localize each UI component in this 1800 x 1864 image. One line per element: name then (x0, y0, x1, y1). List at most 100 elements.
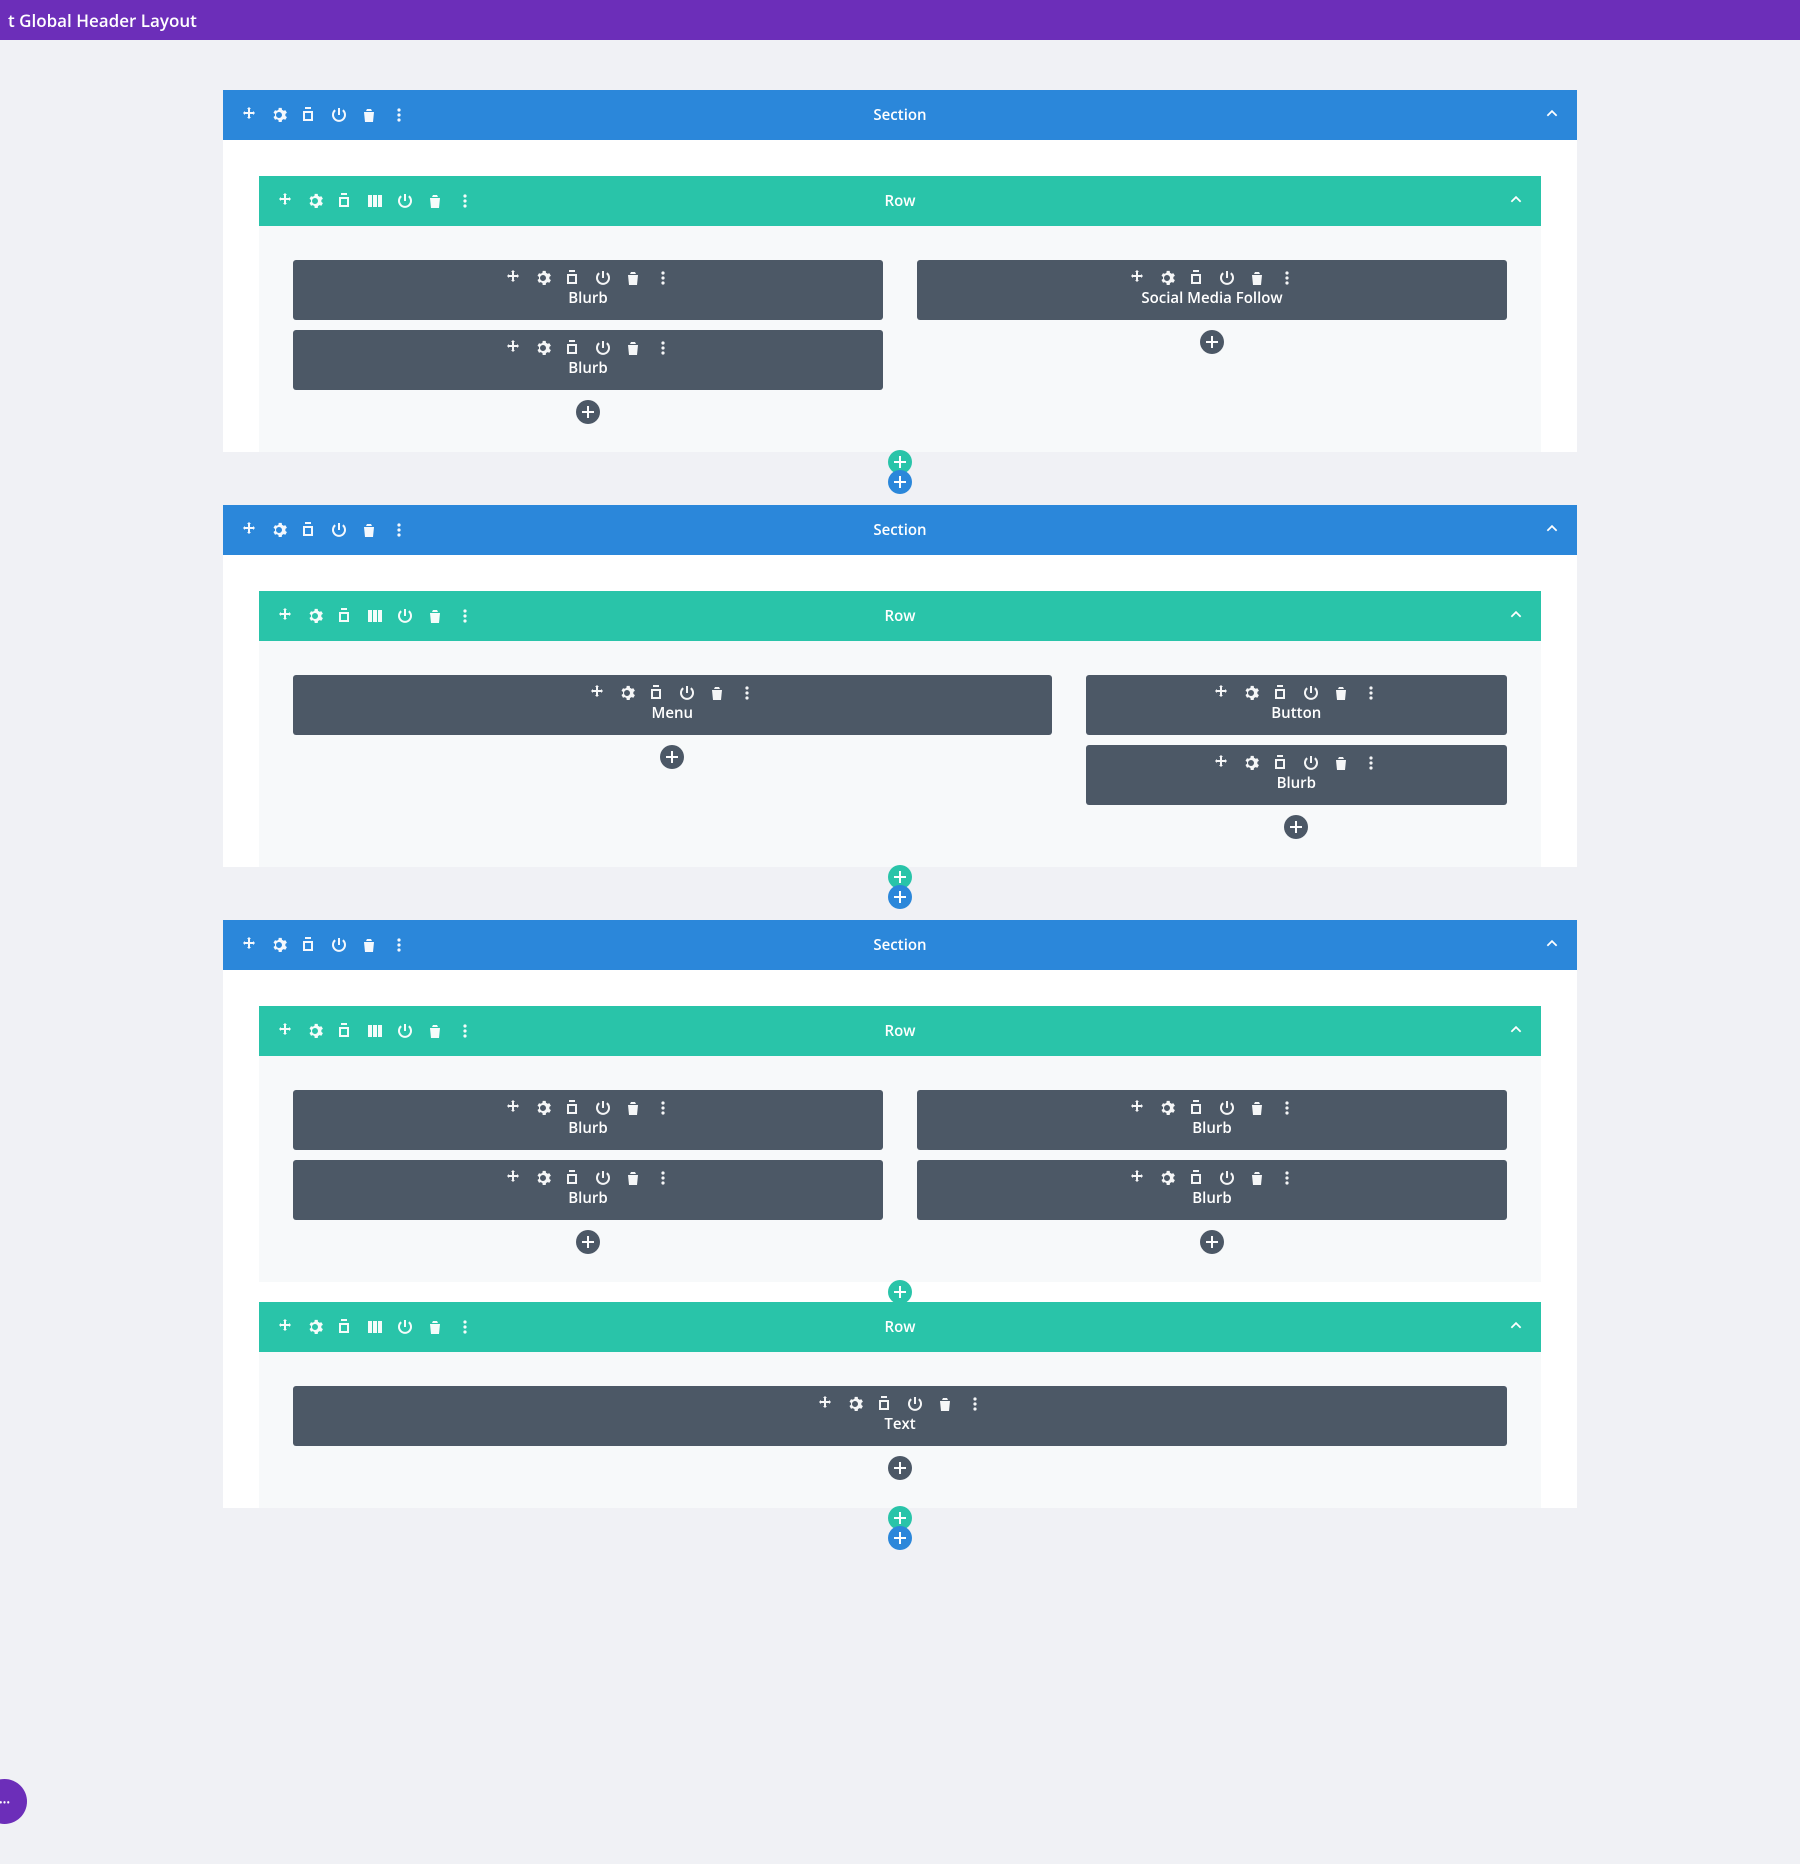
trash-icon[interactable] (1249, 1100, 1265, 1116)
duplicate-icon[interactable] (337, 1319, 353, 1335)
more-icon[interactable] (457, 1319, 473, 1335)
move-icon[interactable] (589, 685, 605, 701)
gear-icon[interactable] (271, 937, 287, 953)
collapse-icon[interactable] (1509, 192, 1523, 211)
trash-icon[interactable] (361, 107, 377, 123)
move-icon[interactable] (1129, 1100, 1145, 1116)
gear-icon[interactable] (535, 1170, 551, 1186)
save-icon[interactable] (1219, 270, 1235, 286)
add-module-button[interactable] (576, 400, 600, 424)
collapse-icon[interactable] (1509, 607, 1523, 626)
add-module-button[interactable] (1284, 815, 1308, 839)
duplicate-icon[interactable] (565, 340, 581, 356)
trash-icon[interactable] (1333, 685, 1349, 701)
save-icon[interactable] (1219, 1170, 1235, 1186)
row-header[interactable]: Row (259, 1006, 1541, 1056)
trash-icon[interactable] (361, 522, 377, 538)
move-icon[interactable] (505, 340, 521, 356)
module[interactable]: Blurb (293, 260, 883, 320)
save-icon[interactable] (1303, 685, 1319, 701)
duplicate-icon[interactable] (1273, 755, 1289, 771)
more-icon[interactable] (1363, 755, 1379, 771)
duplicate-icon[interactable] (1273, 685, 1289, 701)
gear-icon[interactable] (535, 270, 551, 286)
save-icon[interactable] (397, 1023, 413, 1039)
trash-icon[interactable] (625, 1170, 641, 1186)
gear-icon[interactable] (1243, 755, 1259, 771)
module[interactable]: Blurb (917, 1090, 1507, 1150)
save-icon[interactable] (331, 522, 347, 538)
trash-icon[interactable] (1249, 1170, 1265, 1186)
more-icon[interactable] (655, 270, 671, 286)
more-icon[interactable] (1279, 1170, 1295, 1186)
gear-icon[interactable] (1159, 1170, 1175, 1186)
add-module-button[interactable] (1200, 1230, 1224, 1254)
trash-icon[interactable] (937, 1396, 953, 1412)
gear-icon[interactable] (1159, 270, 1175, 286)
more-icon[interactable] (1363, 685, 1379, 701)
collapse-icon[interactable] (1545, 521, 1559, 540)
move-icon[interactable] (277, 608, 293, 624)
add-section-button[interactable] (888, 885, 912, 909)
row-header[interactable]: Row (259, 1302, 1541, 1352)
add-module-button[interactable] (888, 1456, 912, 1480)
gear-icon[interactable] (271, 522, 287, 538)
save-icon[interactable] (595, 340, 611, 356)
move-icon[interactable] (505, 1170, 521, 1186)
columns-icon[interactable] (367, 1023, 383, 1039)
more-icon[interactable] (1279, 1100, 1295, 1116)
trash-icon[interactable] (427, 608, 443, 624)
save-icon[interactable] (595, 1170, 611, 1186)
module[interactable]: Menu (293, 675, 1052, 735)
duplicate-icon[interactable] (337, 193, 353, 209)
more-icon[interactable] (655, 1100, 671, 1116)
module[interactable]: Button (1086, 675, 1507, 735)
trash-icon[interactable] (709, 685, 725, 701)
trash-icon[interactable] (625, 340, 641, 356)
trash-icon[interactable] (427, 1023, 443, 1039)
module[interactable]: Blurb (293, 1090, 883, 1150)
more-icon[interactable] (739, 685, 755, 701)
move-icon[interactable] (1213, 755, 1229, 771)
row-header[interactable]: Row (259, 176, 1541, 226)
trash-icon[interactable] (625, 1100, 641, 1116)
save-icon[interactable] (331, 107, 347, 123)
collapse-icon[interactable] (1545, 936, 1559, 955)
duplicate-icon[interactable] (1189, 1170, 1205, 1186)
collapse-icon[interactable] (1545, 106, 1559, 125)
gear-icon[interactable] (1159, 1100, 1175, 1116)
move-icon[interactable] (277, 1023, 293, 1039)
more-icon[interactable] (457, 193, 473, 209)
more-icon[interactable] (967, 1396, 983, 1412)
move-icon[interactable] (277, 193, 293, 209)
save-icon[interactable] (1303, 755, 1319, 771)
section-header[interactable]: Section (223, 920, 1577, 970)
save-icon[interactable] (907, 1396, 923, 1412)
module[interactable]: Text (293, 1386, 1507, 1446)
duplicate-icon[interactable] (337, 608, 353, 624)
more-icon[interactable] (655, 1170, 671, 1186)
gear-icon[interactable] (307, 608, 323, 624)
columns-icon[interactable] (367, 193, 383, 209)
duplicate-icon[interactable] (565, 270, 581, 286)
save-icon[interactable] (331, 937, 347, 953)
add-module-button[interactable] (576, 1230, 600, 1254)
add-row-button[interactable] (888, 1280, 912, 1304)
more-icon[interactable] (457, 1023, 473, 1039)
collapse-icon[interactable] (1509, 1318, 1523, 1337)
duplicate-icon[interactable] (565, 1170, 581, 1186)
gear-icon[interactable] (307, 193, 323, 209)
save-icon[interactable] (595, 270, 611, 286)
more-icon[interactable] (391, 107, 407, 123)
module[interactable]: Blurb (1086, 745, 1507, 805)
trash-icon[interactable] (427, 1319, 443, 1335)
fab-button[interactable]: ••• (0, 1779, 27, 1824)
save-icon[interactable] (397, 193, 413, 209)
module[interactable]: Blurb (293, 1160, 883, 1220)
add-module-button[interactable] (660, 745, 684, 769)
duplicate-icon[interactable] (1189, 1100, 1205, 1116)
add-module-button[interactable] (1200, 330, 1224, 354)
save-icon[interactable] (397, 1319, 413, 1335)
collapse-icon[interactable] (1509, 1022, 1523, 1041)
module[interactable]: Social Media Follow (917, 260, 1507, 320)
